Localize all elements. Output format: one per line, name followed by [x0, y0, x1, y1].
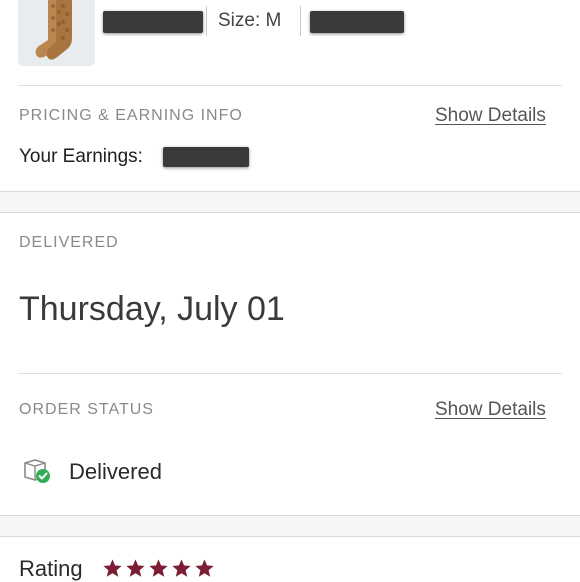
divider	[300, 6, 301, 36]
star-icon[interactable]	[195, 559, 214, 578]
delivery-date: Thursday, July 01	[19, 290, 285, 328]
redacted-product-detail	[310, 11, 404, 33]
section-separator	[0, 515, 580, 537]
order-status-section-label: ORDER STATUS	[19, 401, 154, 418]
earnings-label: Your Earnings:	[19, 146, 143, 167]
redacted-earnings-value	[163, 147, 249, 167]
star-icon[interactable]	[103, 559, 122, 578]
pricing-show-details-link[interactable]: Show Details	[435, 105, 546, 127]
star-icon[interactable]	[149, 559, 168, 578]
rating-label: Rating	[19, 556, 83, 581]
section-separator	[0, 191, 580, 213]
pricing-section-label: PRICING & EARNING INFO	[19, 107, 243, 124]
star-icon[interactable]	[126, 559, 145, 578]
divider	[206, 6, 207, 36]
divider	[18, 373, 562, 374]
order-status-show-details-link[interactable]: Show Details	[435, 399, 546, 421]
star-icon[interactable]	[172, 559, 191, 578]
product-thumbnail[interactable]	[18, 0, 95, 66]
divider	[18, 85, 562, 86]
redacted-product-name	[103, 11, 203, 33]
size-label: Size: M	[218, 10, 282, 31]
socks-image	[18, 0, 95, 66]
order-status-value: Delivered	[69, 459, 162, 484]
delivered-section-label: DELIVERED	[19, 234, 119, 251]
package-delivered-icon	[22, 457, 52, 485]
rating-stars[interactable]	[103, 559, 214, 578]
